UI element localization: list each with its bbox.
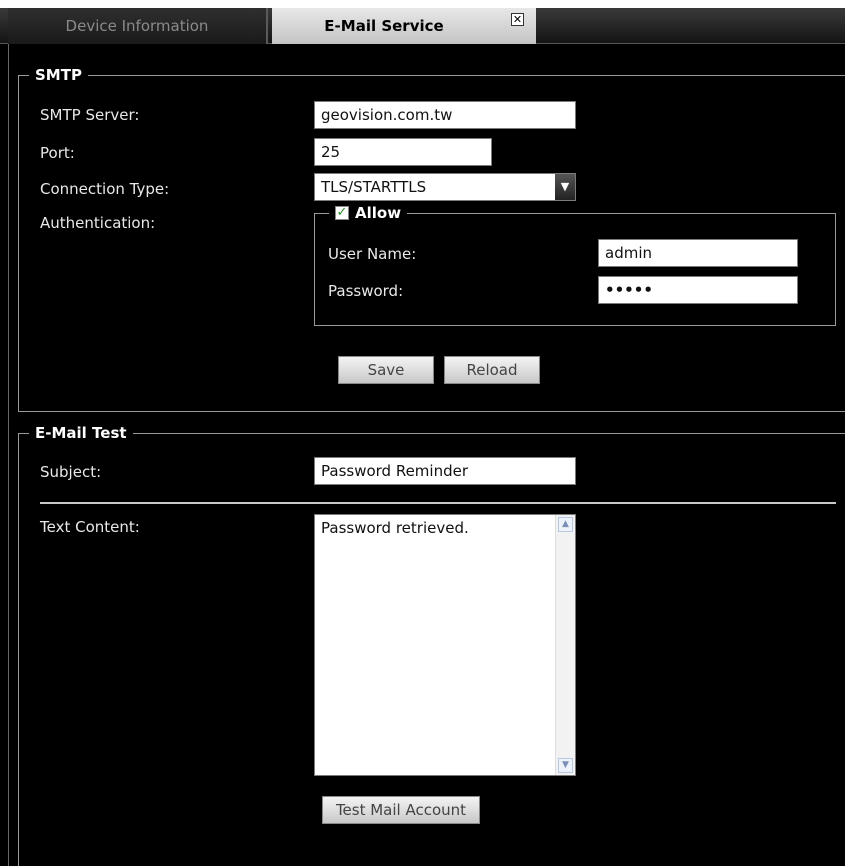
password-input[interactable]: ••••• [598,276,798,304]
chevron-down-icon[interactable]: ▼ [555,174,575,200]
tab-email-service-label: E-Mail Service [324,17,444,35]
allow-checkbox[interactable]: ✓ [335,206,349,220]
smtp-server-label: SMTP Server: [40,106,140,124]
save-button[interactable]: Save [338,356,434,384]
scroll-up-icon[interactable]: ▲ [558,517,573,532]
tab-device-information-label: Device Information [65,17,209,35]
text-content-value: Password retrieved. [321,519,469,537]
section-divider [40,502,836,504]
port-label: Port: [40,144,75,162]
reload-button[interactable]: Reload [444,356,540,384]
allow-label: Allow [355,204,402,222]
connection-type-select[interactable]: TLS/STARTTLS ▼ [314,173,576,201]
username-input[interactable]: admin [598,239,798,267]
email-test-legend: E-Mail Test [35,424,127,442]
tab-device-information[interactable]: Device Information [8,8,268,44]
username-label: User Name: [328,245,417,263]
authentication-label: Authentication: [40,214,156,232]
password-label: Password: [328,282,404,300]
smtp-legend: SMTP [35,66,82,84]
port-input[interactable]: 25 [314,138,492,166]
subject-input[interactable]: Password Reminder [314,457,576,485]
tab-email-service[interactable]: E-Mail Service ✕ [272,8,536,44]
scroll-down-icon[interactable]: ▼ [558,758,573,773]
allow-legend: ✓ Allow [329,204,407,222]
text-content-label: Text Content: [40,518,140,536]
connection-type-label: Connection Type: [40,180,170,198]
connection-type-value: TLS/STARTTLS [321,178,427,196]
close-icon[interactable]: ✕ [511,13,524,26]
text-content-textarea[interactable]: Password retrieved. ▲ ▼ [314,514,576,776]
test-mail-account-button[interactable]: Test Mail Account [322,796,480,824]
smtp-server-input[interactable]: geovision.com.tw [314,101,576,129]
subject-label: Subject: [40,463,102,481]
textarea-scrollbar[interactable]: ▲ ▼ [555,515,575,775]
